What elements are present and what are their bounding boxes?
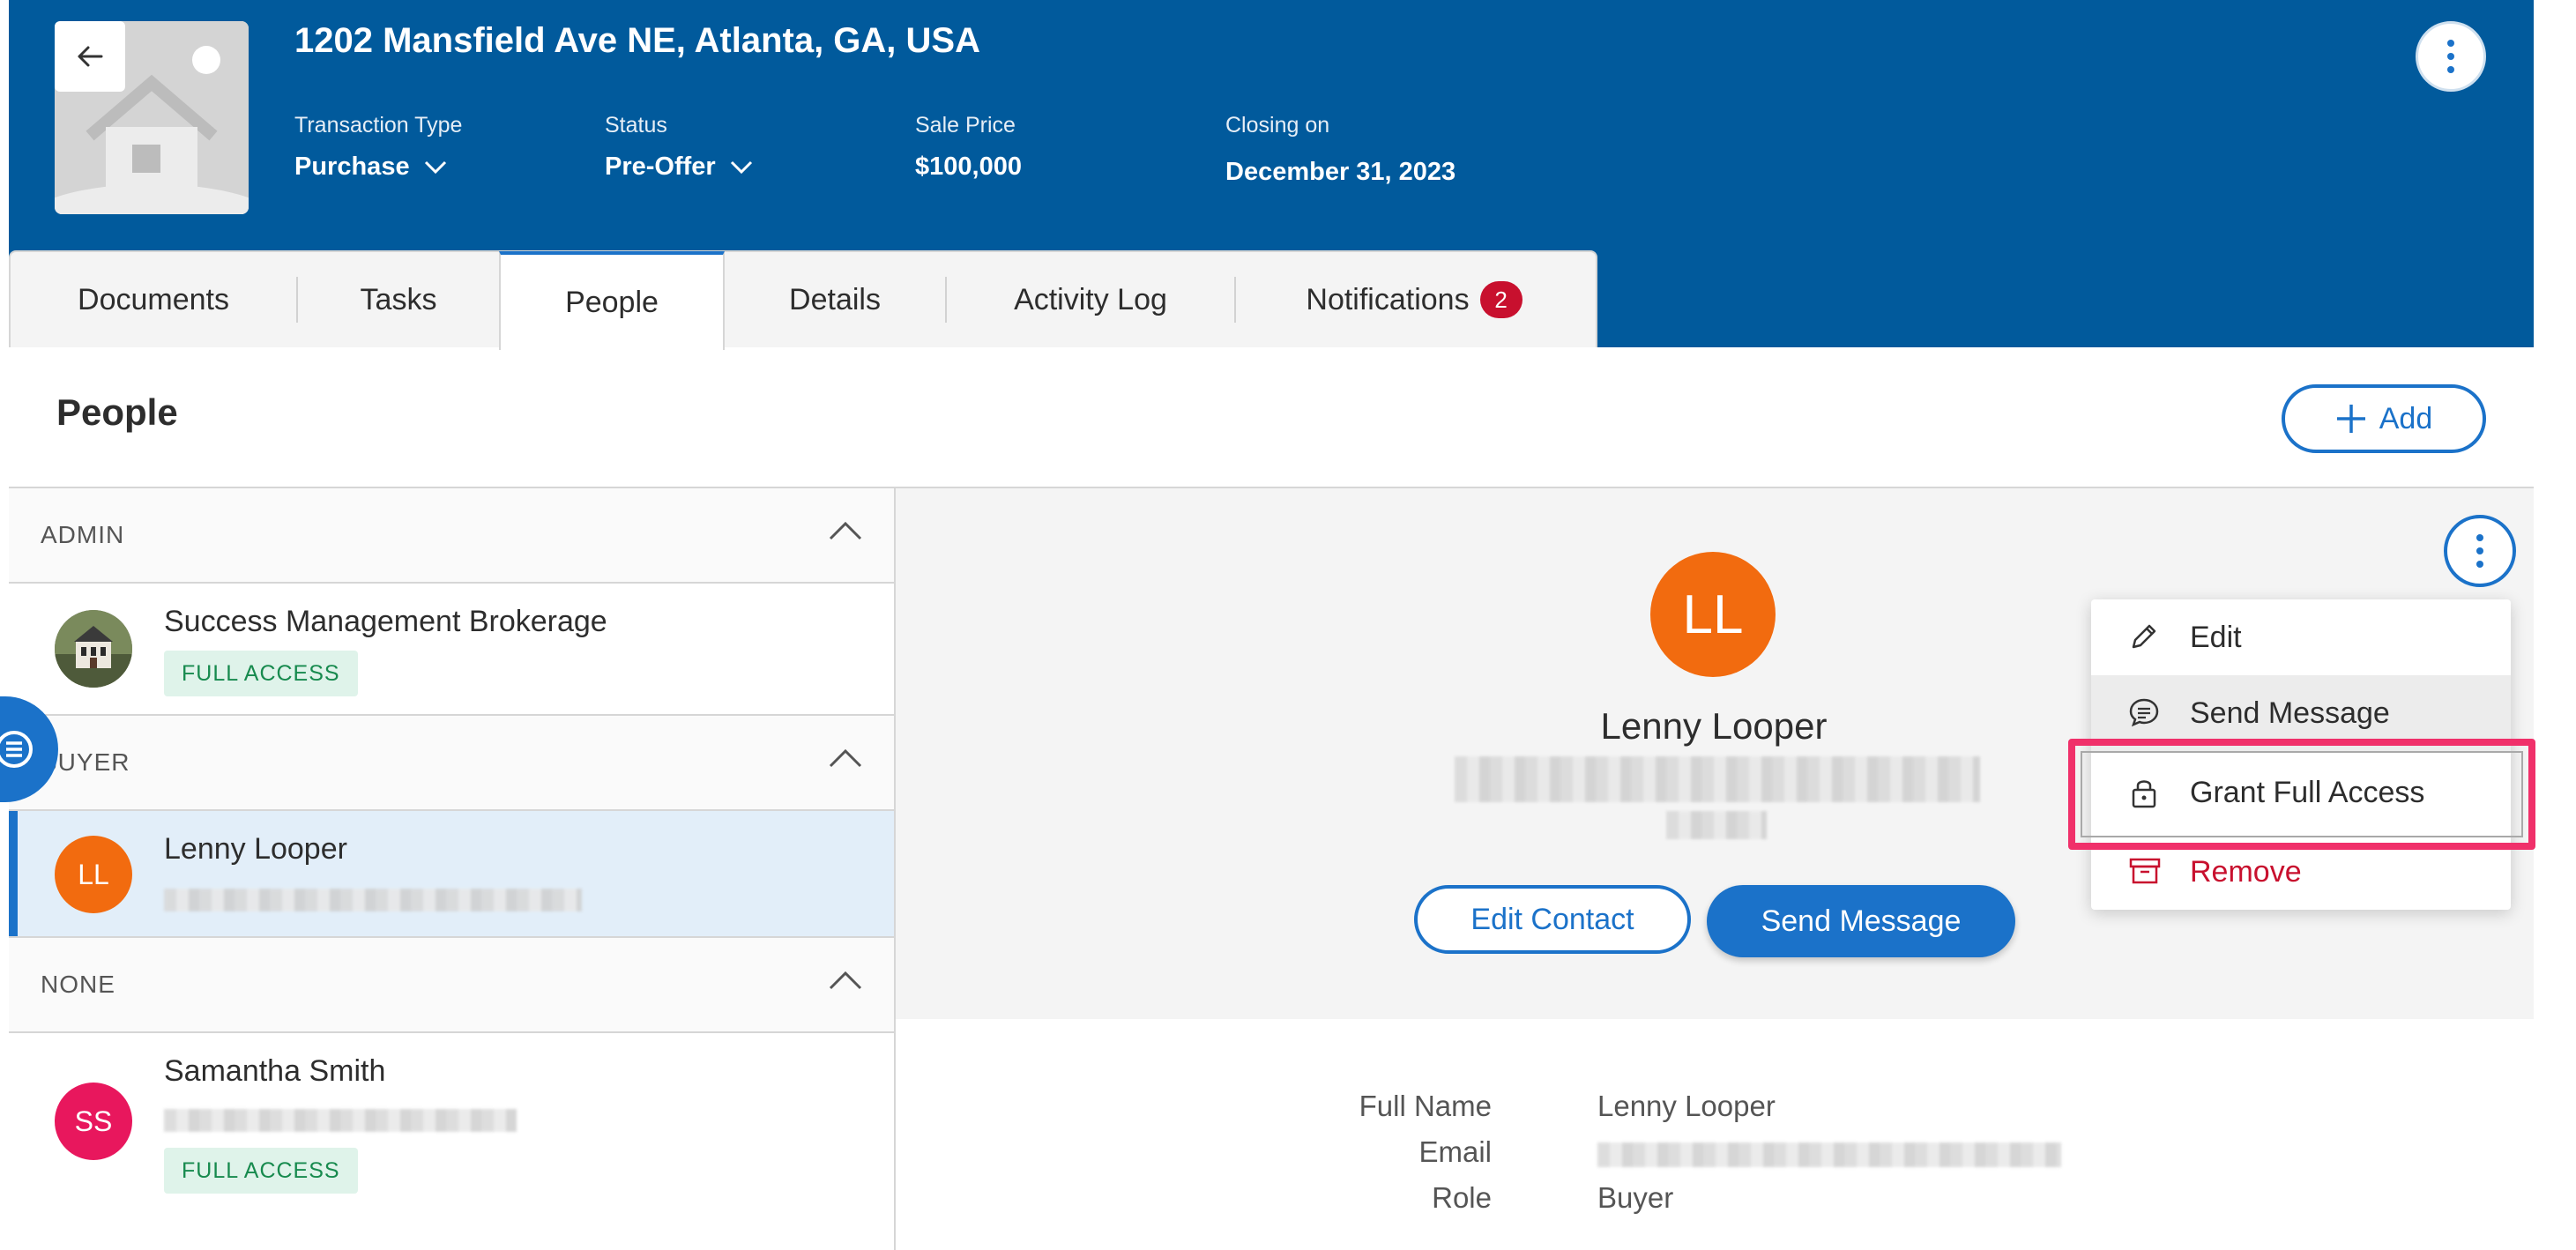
transaction-type-value: Purchase <box>294 153 410 181</box>
tab-people[interactable]: People <box>499 251 725 350</box>
selected-indicator <box>9 811 18 936</box>
list-item[interactable]: Success Management Brokerage FULL ACCESS <box>9 584 894 716</box>
brokerage-photo <box>55 610 132 688</box>
more-vertical-icon <box>2447 40 2454 73</box>
menu-item-edit[interactable]: Edit <box>2091 599 2511 675</box>
status-value: Pre-Offer <box>605 153 716 181</box>
group-header-buyer[interactable]: BUYER <box>9 716 894 811</box>
tab-label: Activity Log <box>1014 282 1167 316</box>
add-label: Add <box>2379 401 2433 435</box>
edit-contact-button[interactable]: Edit Contact <box>1414 885 1691 954</box>
tab-label: Details <box>789 282 881 316</box>
access-badge: FULL ACCESS <box>164 651 358 696</box>
detail-avatar: LL <box>1650 552 1776 677</box>
tab-documents[interactable]: Documents <box>11 251 296 348</box>
transaction-type-field[interactable]: Transaction Type Purchase <box>294 113 462 182</box>
chevron-down-icon <box>424 160 446 174</box>
add-person-button[interactable]: Add <box>2282 384 2486 453</box>
header-more-button[interactable] <box>2416 21 2486 92</box>
chevron-up-icon <box>829 521 862 540</box>
tab-bar: Documents Tasks People Details Activity … <box>9 250 1597 350</box>
person-name: Lenny Looper <box>164 832 347 866</box>
person-name: Samantha Smith <box>164 1054 386 1088</box>
tab-tasks[interactable]: Tasks <box>298 251 499 348</box>
sale-price-field: Sale Price $100,000 <box>915 113 1022 182</box>
menu-item-grant-full-access[interactable]: Grant Full Access <box>2091 755 2511 830</box>
chevron-up-icon <box>829 748 862 768</box>
notifications-count-badge: 2 <box>1479 281 1523 318</box>
people-list: ADMIN Success Management Brokerage FULL … <box>9 488 896 1250</box>
chat-icon <box>2129 698 2159 727</box>
role-label: Role <box>1432 1181 1492 1214</box>
person-name: Success Management Brokerage <box>164 605 607 638</box>
role-value: Buyer <box>1597 1181 1674 1214</box>
closing-date-value: December 31, 2023 <box>1225 158 1456 186</box>
page-title: People <box>56 391 178 433</box>
person-actions-menu: Edit Send Message Grant Full Access Remo… <box>2091 599 2511 910</box>
chevron-up-icon <box>829 971 862 990</box>
access-badge: FULL ACCESS <box>164 1148 358 1194</box>
transaction-header: 1202 Mansfield Ave NE, Atlanta, GA, USA … <box>9 0 2534 350</box>
sale-price-label: Sale Price <box>915 113 1016 138</box>
chevron-down-icon <box>730 160 752 174</box>
redacted-email <box>164 1109 517 1132</box>
send-message-button[interactable]: Send Message <box>1707 885 2015 957</box>
redacted-email-value <box>1597 1142 2061 1167</box>
tab-notifications[interactable]: Notifications 2 <box>1236 251 1592 348</box>
tab-label: Documents <box>78 282 229 316</box>
menu-item-label: Send Message <box>2190 696 2390 730</box>
redacted-contact-line <box>1455 756 1980 802</box>
email-label: Email <box>1418 1135 1492 1168</box>
full-name-value: Lenny Looper <box>1597 1090 1776 1122</box>
avatar: LL <box>55 836 132 913</box>
status-field[interactable]: Status Pre-Offer <box>605 113 753 182</box>
archive-icon <box>2129 858 2161 884</box>
property-address: 1202 Mansfield Ave NE, Atlanta, GA, USA <box>294 21 980 60</box>
closing-date-label: Closing on <box>1225 113 1330 138</box>
app-window: 1202 Mansfield Ave NE, Atlanta, GA, USA … <box>0 0 2535 1250</box>
tab-label: People <box>565 285 659 319</box>
redacted-email <box>164 889 582 911</box>
plus-icon <box>2336 405 2365 433</box>
redacted-contact-line <box>1666 811 1767 839</box>
tab-label: Tasks <box>360 282 437 316</box>
avatar <box>55 610 132 688</box>
menu-item-label: Grant Full Access <box>2190 775 2425 809</box>
person-more-button[interactable] <box>2444 515 2516 587</box>
group-header-none[interactable]: NONE <box>9 938 894 1033</box>
more-vertical-icon <box>2476 534 2483 568</box>
menu-item-remove[interactable]: Remove <box>2091 834 2511 910</box>
detail-name: Lenny Looper <box>1600 705 1828 747</box>
avatar: SS <box>55 1083 132 1160</box>
group-label: NONE <box>41 971 115 998</box>
list-item[interactable]: LL Lenny Looper <box>9 811 894 938</box>
lock-icon <box>2132 780 2156 808</box>
group-header-admin[interactable]: ADMIN <box>9 488 894 584</box>
menu-item-label: Edit <box>2190 620 2242 654</box>
menu-item-label: Remove <box>2190 854 2302 889</box>
group-label: ADMIN <box>41 521 125 548</box>
arrow-left-icon <box>78 46 103 67</box>
list-circle-icon <box>0 731 33 768</box>
back-button[interactable] <box>55 21 125 92</box>
menu-item-send-message[interactable]: Send Message <box>2091 675 2511 751</box>
full-name-label: Full Name <box>1359 1090 1492 1122</box>
closing-date-field: Closing on December 31, 2023 <box>1225 113 1456 187</box>
tab-activity-log[interactable]: Activity Log <box>947 251 1234 348</box>
list-item[interactable]: SS Samantha Smith FULL ACCESS <box>9 1033 894 1250</box>
status-label: Status <box>605 113 667 138</box>
pencil-icon <box>2132 624 2156 649</box>
transaction-type-label: Transaction Type <box>294 113 463 138</box>
sale-price-value: $100,000 <box>915 153 1022 181</box>
tab-details[interactable]: Details <box>725 251 945 348</box>
tab-label: Notifications <box>1306 282 1470 316</box>
